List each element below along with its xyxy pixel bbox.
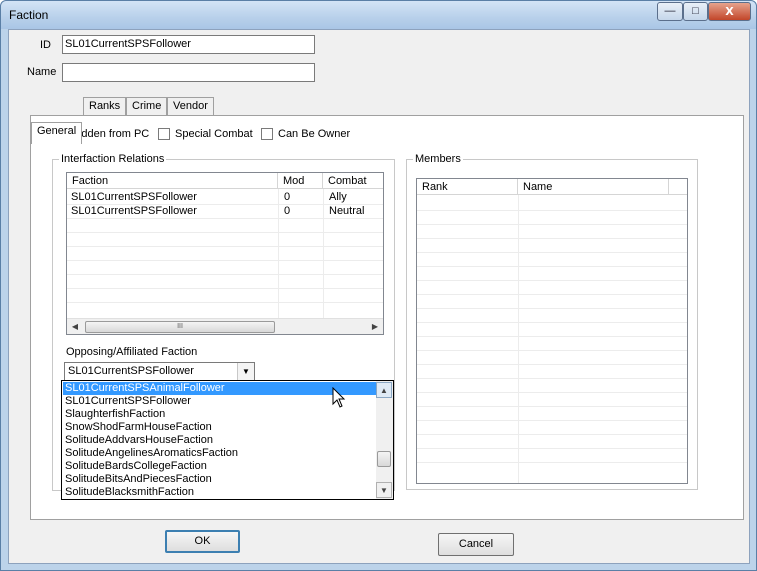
title-bar[interactable]: Faction — □ X (1, 1, 756, 29)
dropdown-option[interactable]: SolitudeAngelinesAromaticsFaction (63, 447, 376, 460)
opposing-faction-value: SL01CurrentSPSFollower (68, 365, 194, 377)
interfaction-relations-title: Interfaction Relations (59, 153, 167, 165)
relation-row[interactable]: SL01CurrentSPSFollower 0 Neutral (67, 205, 383, 219)
tab-ranks[interactable]: Ranks (83, 97, 127, 116)
tab-general[interactable]: General (31, 122, 83, 144)
dropdown-option[interactable]: SnowShodFarmHouseFaction (63, 421, 376, 434)
opposing-faction-label: Opposing/Affiliated Faction (66, 346, 198, 358)
hidden-from-pc-label: Hidden from PC (71, 128, 150, 140)
dropdown-option[interactable]: SolitudeBlacksmithFaction (63, 486, 376, 499)
window-title: Faction (9, 8, 49, 22)
dropdown-option[interactable]: SolitudeAddvarsHouseFaction (63, 434, 376, 447)
dropdown-option[interactable]: SL01CurrentSPSFollower (63, 395, 376, 408)
special-combat-checkbox[interactable] (158, 128, 170, 140)
opposing-faction-options[interactable]: SL01CurrentSPSAnimalFollower SL01Current… (61, 380, 394, 500)
mouse-cursor-icon (332, 387, 346, 408)
relation-mod: 0 (284, 191, 291, 203)
column-mod[interactable]: Mod (278, 173, 323, 189)
maximize-button[interactable]: □ (683, 2, 708, 21)
chevron-down-icon[interactable]: ▼ (237, 363, 254, 380)
relations-horizontal-scrollbar[interactable]: ◀ III ▶ (67, 318, 383, 334)
id-label: ID (40, 39, 51, 51)
relation-combat: Neutral (329, 205, 365, 217)
name-label: Name (27, 66, 57, 78)
scroll-right-icon[interactable]: ▶ (367, 319, 383, 334)
members-title: Members (413, 153, 463, 165)
column-combat[interactable]: Combat (323, 173, 383, 189)
opposing-faction-dropdown[interactable]: SL01CurrentSPSFollower ▼ (64, 362, 255, 381)
faction-dialog: Faction — □ X ID SL01CurrentSPSFollower … (0, 0, 757, 571)
id-field[interactable]: SL01CurrentSPSFollower (62, 35, 315, 54)
dropdown-vertical-scrollbar[interactable]: ▲ ▼ (376, 381, 393, 499)
scroll-up-icon[interactable]: ▲ (376, 382, 392, 398)
members-group: Members Rank Name (406, 153, 698, 490)
can-be-owner-label: Can Be Owner (278, 128, 351, 140)
can-be-owner-checkbox[interactable] (261, 128, 273, 140)
members-list[interactable]: Rank Name (416, 178, 688, 484)
relation-mod: 0 (284, 205, 291, 217)
name-field[interactable] (62, 63, 315, 82)
cancel-button[interactable]: Cancel (438, 533, 514, 556)
relations-list[interactable]: Faction Mod Combat SL01CurrentSPSFollowe… (66, 172, 384, 335)
column-faction[interactable]: Faction (67, 173, 278, 189)
relation-row[interactable]: SL01CurrentSPSFollower 0 Ally (67, 191, 383, 205)
tab-crime[interactable]: Crime (126, 97, 168, 116)
close-button[interactable]: X (708, 2, 751, 21)
scroll-thumb[interactable] (377, 451, 391, 467)
dropdown-option[interactable]: SolitudeBardsCollegeFaction (63, 460, 376, 473)
dropdown-option[interactable]: SL01CurrentSPSAnimalFollower (63, 382, 376, 395)
column-name[interactable]: Name (518, 179, 669, 195)
column-rank[interactable]: Rank (417, 179, 518, 195)
dropdown-option[interactable]: SolitudeBitsAndPiecesFaction (63, 473, 376, 486)
scroll-down-icon[interactable]: ▼ (376, 482, 392, 498)
relation-faction: SL01CurrentSPSFollower (71, 205, 197, 217)
dropdown-option[interactable]: SlaughterfishFaction (63, 408, 376, 421)
relation-combat: Ally (329, 191, 347, 203)
relations-header: Faction Mod Combat (67, 173, 383, 189)
ok-button[interactable]: OK (165, 530, 240, 553)
minimize-button[interactable]: — (657, 2, 683, 21)
tab-vendor[interactable]: Vendor (167, 97, 214, 116)
relation-faction: SL01CurrentSPSFollower (71, 191, 197, 203)
special-combat-label: Special Combat (175, 128, 253, 140)
scroll-left-icon[interactable]: ◀ (67, 319, 83, 334)
members-header: Rank Name (417, 179, 687, 195)
scroll-thumb[interactable]: III (85, 321, 275, 333)
